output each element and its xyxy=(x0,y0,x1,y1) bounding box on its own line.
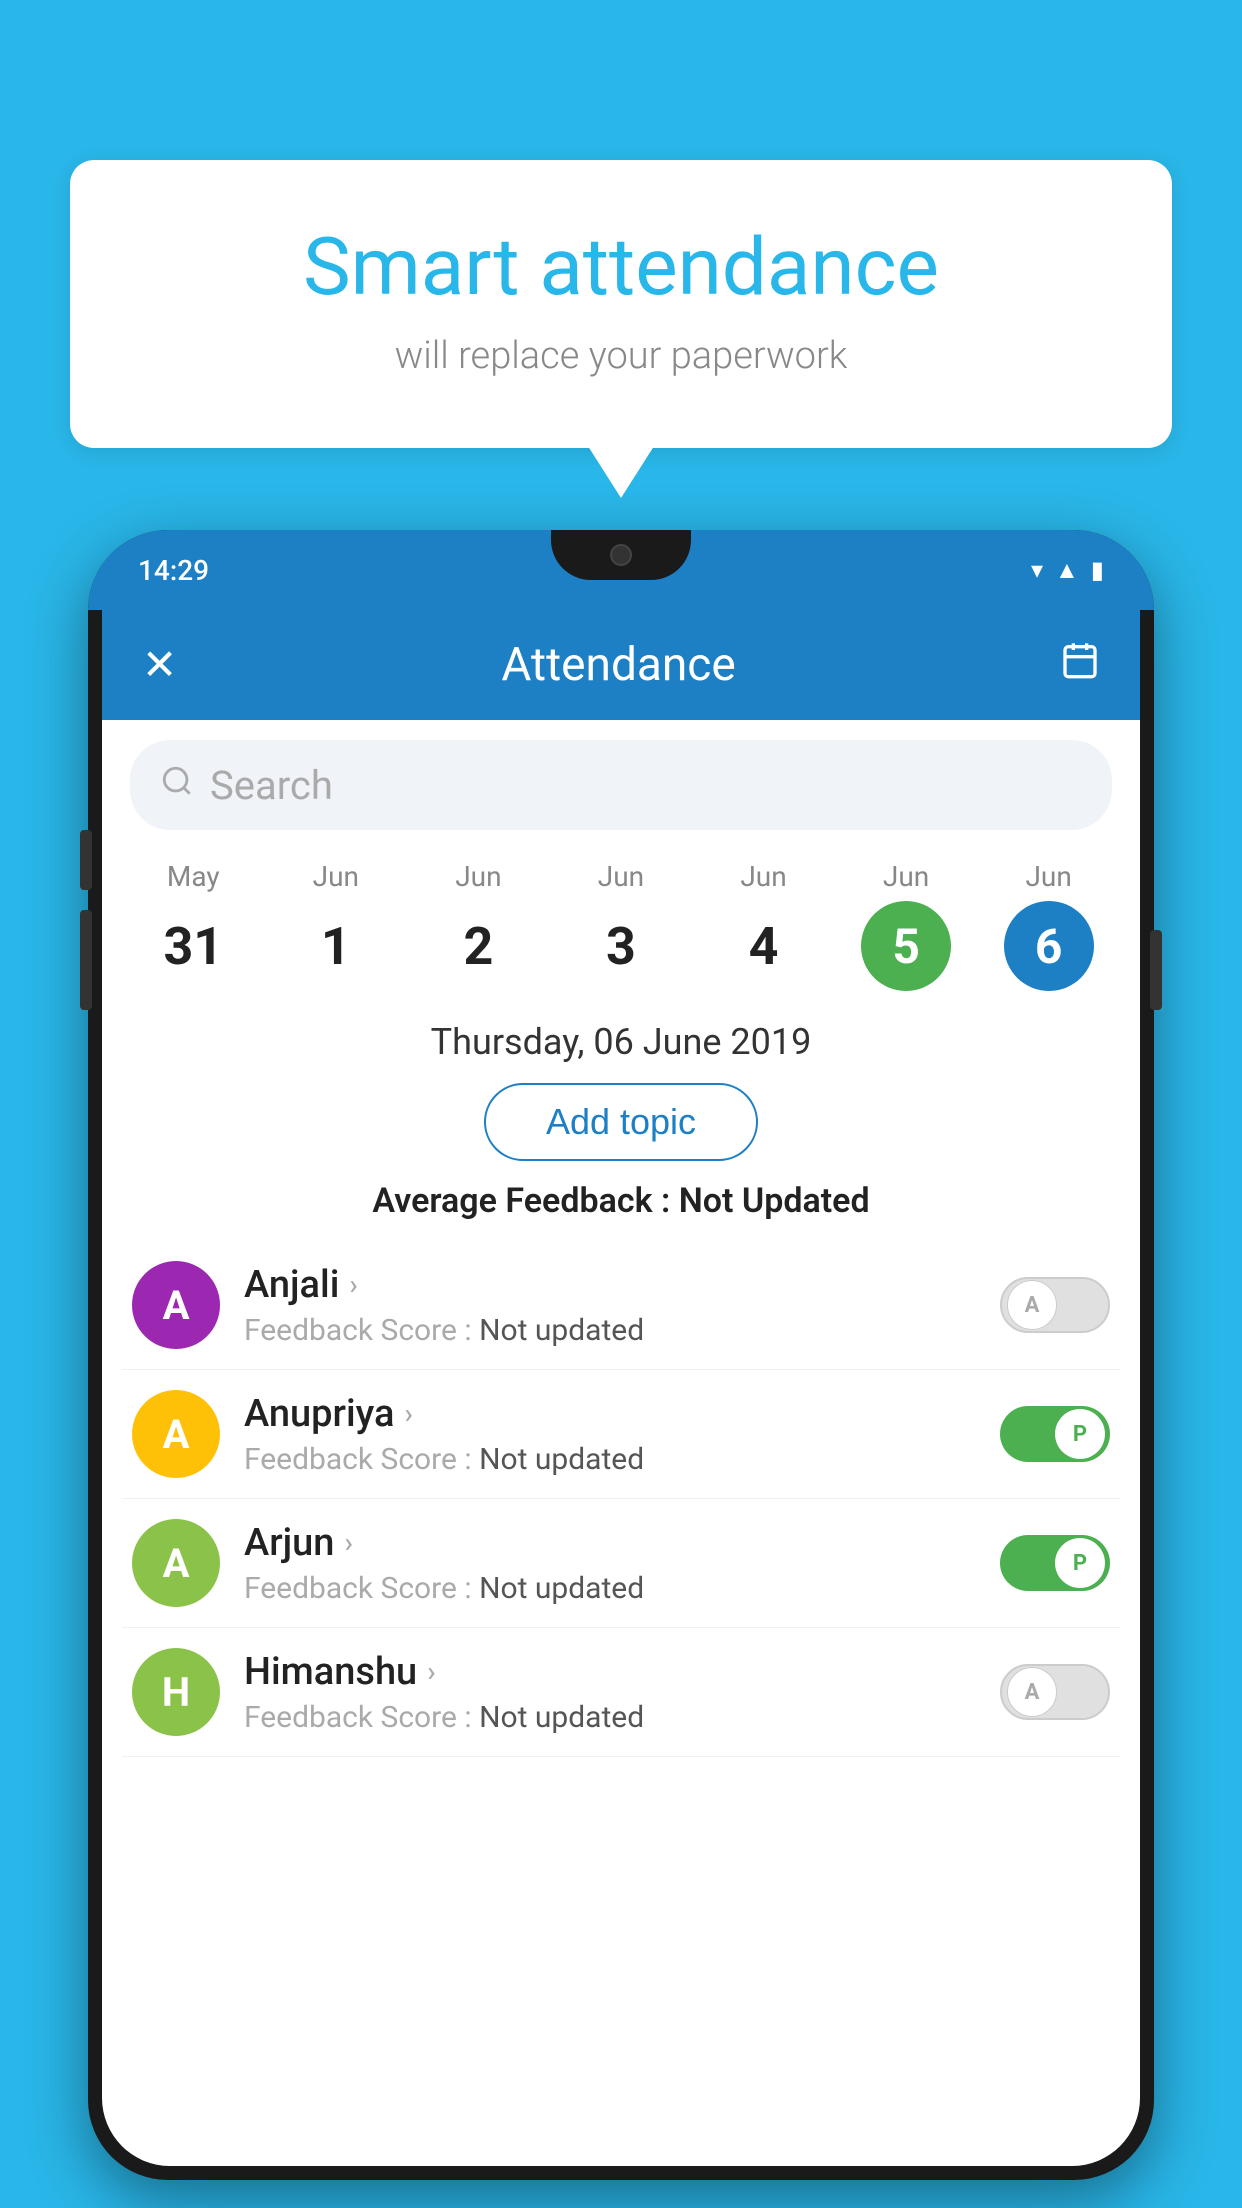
attendance-toggle[interactable]: A xyxy=(1000,1664,1110,1720)
avatar: A xyxy=(132,1390,220,1478)
volume-up-button[interactable] xyxy=(80,830,92,890)
cal-date-label: 3 xyxy=(576,901,666,991)
calendar-day[interactable]: Jun 4 xyxy=(699,860,829,991)
student-item[interactable]: A Arjun › Feedback Score : Not updated P xyxy=(122,1499,1120,1628)
calendar-day[interactable]: Jun 2 xyxy=(413,860,543,991)
attendance-toggle[interactable]: A xyxy=(1000,1277,1110,1333)
cal-date-label: 4 xyxy=(719,901,809,991)
selected-date-label: Thursday, 06 June 2019 xyxy=(102,1011,1140,1083)
chevron-right-icon: › xyxy=(349,1268,357,1301)
cal-month-label: Jun xyxy=(598,860,644,893)
camera xyxy=(610,544,632,566)
student-info: Anjali › Feedback Score : Not updated xyxy=(244,1263,976,1348)
cal-month-label: Jun xyxy=(313,860,359,893)
cal-date-label: 5 xyxy=(861,901,951,991)
student-item[interactable]: A Anupriya › Feedback Score : Not updated P xyxy=(122,1370,1120,1499)
cal-date-label: 31 xyxy=(148,901,238,991)
app-header: ✕ Attendance xyxy=(102,610,1140,720)
phone-container: 14:29 ▾ ▲ ▮ ✕ Attendance xyxy=(88,530,1154,2208)
cal-month-label: Jun xyxy=(1025,860,1071,893)
phone-frame: 14:29 ▾ ▲ ▮ ✕ Attendance xyxy=(88,530,1154,2180)
close-button[interactable]: ✕ xyxy=(142,640,177,690)
speech-bubble: Smart attendance will replace your paper… xyxy=(70,160,1172,448)
search-placeholder: Search xyxy=(210,762,333,809)
average-feedback: Average Feedback : Not Updated xyxy=(102,1181,1140,1221)
calendar-icon[interactable] xyxy=(1060,640,1100,690)
cal-date-label: 1 xyxy=(291,901,381,991)
cal-month-label: Jun xyxy=(740,860,786,893)
feedback-score: Feedback Score : Not updated xyxy=(244,1571,976,1606)
cal-month-label: Jun xyxy=(455,860,501,893)
student-list: AAnjali ›Feedback Score : Not updatedAAA… xyxy=(102,1241,1140,1757)
calendar-day[interactable]: Jun 5 xyxy=(841,860,971,991)
calendar-day[interactable]: Jun 6 xyxy=(984,860,1114,991)
attendance-toggle[interactable]: P xyxy=(1000,1535,1110,1591)
calendar-strip: May 31 Jun 1 Jun 2 Jun 3 Jun 4 Jun 5 Jun 6 xyxy=(102,850,1140,1011)
toggle-letter: A xyxy=(1007,1280,1057,1330)
status-time: 14:29 xyxy=(138,554,209,587)
wifi-icon: ▾ xyxy=(1031,556,1043,584)
avatar: H xyxy=(132,1648,220,1736)
avg-feedback-label: Average Feedback : xyxy=(372,1181,678,1221)
battery-icon: ▮ xyxy=(1091,556,1104,584)
student-name: Himanshu › xyxy=(244,1650,976,1694)
chevron-right-icon: › xyxy=(427,1655,435,1688)
student-item[interactable]: A Anjali › Feedback Score : Not updated A xyxy=(122,1241,1120,1370)
phone-notch xyxy=(551,530,691,580)
toggle-letter: P xyxy=(1055,1409,1105,1459)
feedback-score: Feedback Score : Not updated xyxy=(244,1700,976,1735)
student-info: Arjun › Feedback Score : Not updated xyxy=(244,1521,976,1606)
student-name: Arjun › xyxy=(244,1521,976,1565)
cal-month-label: May xyxy=(167,860,220,893)
avg-feedback-value: Not Updated xyxy=(679,1181,870,1221)
toggle-letter: A xyxy=(1007,1667,1057,1717)
cal-date-label: 6 xyxy=(1004,901,1094,991)
student-name: Anupriya › xyxy=(244,1392,976,1436)
avatar: A xyxy=(132,1519,220,1607)
feedback-score: Feedback Score : Not updated xyxy=(244,1442,976,1477)
feedback-score: Feedback Score : Not updated xyxy=(244,1313,976,1348)
status-icons: ▾ ▲ ▮ xyxy=(1031,556,1104,585)
search-icon xyxy=(160,764,194,807)
volume-down-button[interactable] xyxy=(80,910,92,1010)
power-button[interactable] xyxy=(1150,930,1162,1010)
calendar-day[interactable]: May 31 xyxy=(128,860,258,991)
chevron-right-icon: › xyxy=(344,1526,352,1559)
speech-bubble-container: Smart attendance will replace your paper… xyxy=(70,160,1172,448)
bubble-subtitle: will replace your paperwork xyxy=(150,334,1092,378)
bubble-title: Smart attendance xyxy=(150,220,1092,314)
attendance-toggle[interactable]: P xyxy=(1000,1406,1110,1462)
avatar: A xyxy=(132,1261,220,1349)
app-screen: ✕ Attendance xyxy=(102,610,1140,2166)
add-topic-button[interactable]: Add topic xyxy=(484,1083,758,1161)
calendar-day[interactable]: Jun 1 xyxy=(271,860,401,991)
cal-month-label: Jun xyxy=(883,860,929,893)
toggle-letter: P xyxy=(1055,1538,1105,1588)
signal-icon: ▲ xyxy=(1055,556,1079,585)
student-item[interactable]: H Himanshu › Feedback Score : Not updated A xyxy=(122,1628,1120,1757)
student-info: Himanshu › Feedback Score : Not updated xyxy=(244,1650,976,1735)
calendar-day[interactable]: Jun 3 xyxy=(556,860,686,991)
student-info: Anupriya › Feedback Score : Not updated xyxy=(244,1392,976,1477)
search-bar[interactable]: Search xyxy=(130,740,1112,830)
student-name: Anjali › xyxy=(244,1263,976,1307)
cal-date-label: 2 xyxy=(433,901,523,991)
page-title: Attendance xyxy=(177,638,1060,692)
chevron-right-icon: › xyxy=(404,1397,412,1430)
